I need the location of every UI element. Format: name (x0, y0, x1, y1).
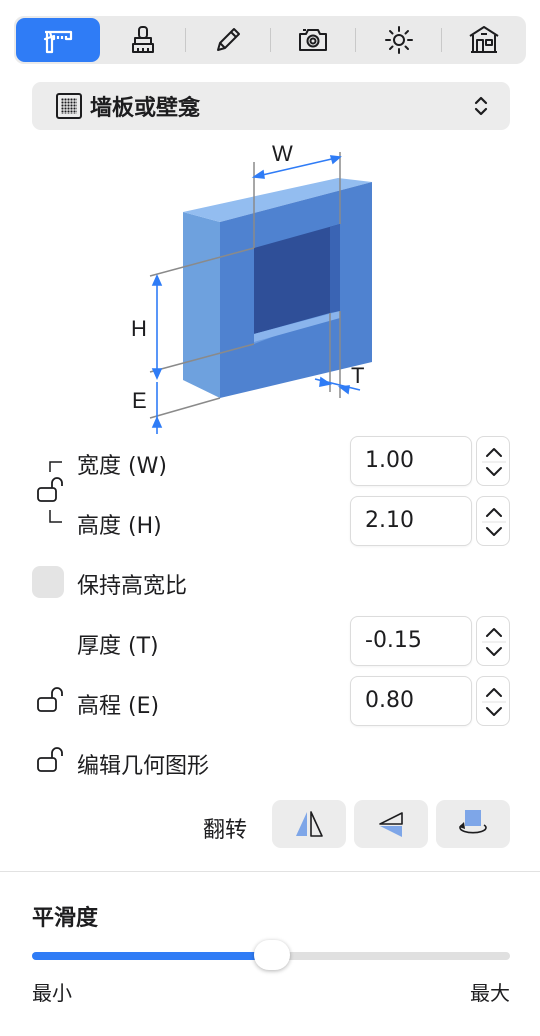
wall-panel-icon (56, 93, 82, 119)
stepper-arrows-icon (482, 448, 506, 476)
tab-dimensions[interactable] (16, 18, 101, 62)
width-dim-label: W (272, 141, 293, 166)
keep-ratio-label[interactable]: 保持高宽比 (77, 568, 187, 600)
thickness-dim-label: T (351, 363, 364, 388)
slider-fill (32, 952, 272, 960)
camera-icon (299, 29, 328, 51)
wall-niche-diagram: W H T E (131, 141, 372, 434)
slider-thumb[interactable] (254, 940, 290, 970)
elevation-label: 高程 (E) (77, 694, 160, 719)
flip-horizontal-button[interactable] (272, 800, 346, 848)
rotate-button[interactable] (436, 800, 510, 848)
object-type-label: 墙板或壁龛 (90, 96, 201, 121)
thickness-input[interactable]: -0.15 (350, 616, 472, 666)
keep-ratio-row: 保持高宽比 (0, 556, 540, 606)
tab-material[interactable] (100, 18, 184, 62)
smoothness-slider[interactable] (32, 940, 510, 970)
tab-building[interactable] (442, 18, 526, 62)
slider-min-label: 最小 (32, 981, 72, 1005)
height-row: 高度 (H) 2.10 (0, 496, 540, 546)
niche-block (183, 178, 372, 398)
object-type-select[interactable]: 墙板或壁龛 (32, 82, 510, 130)
height-stepper[interactable] (476, 496, 510, 546)
rotate-icon (459, 810, 487, 834)
flip-vertical-icon (379, 812, 403, 837)
inspector-toolbar (14, 16, 526, 64)
chevron-up-down-icon (474, 96, 488, 116)
tab-camera[interactable] (271, 18, 355, 62)
elevation-row: 高程 (E) 0.80 (0, 676, 540, 726)
width-stepper[interactable] (476, 436, 510, 486)
height-label: 高度 (H) (77, 514, 162, 539)
stepper-arrows-icon (482, 508, 506, 536)
width-label: 宽度 (W) (77, 454, 167, 479)
height-input[interactable]: 2.10 (350, 496, 472, 546)
slider-max-label: 最大 (470, 981, 510, 1005)
thickness-stepper[interactable] (476, 616, 510, 666)
elevation-input[interactable]: 0.80 (350, 676, 472, 726)
height-dim-label: H (131, 316, 147, 341)
caliper-icon (44, 30, 73, 54)
width-row: 宽度 (W) 1.00 (0, 436, 540, 486)
paint-brush-icon (131, 26, 154, 53)
elevation-stepper[interactable] (476, 676, 510, 726)
width-input[interactable]: 1.00 (350, 436, 472, 486)
elevation-dim-label: E (132, 388, 147, 413)
thickness-row: 厚度 (T) -0.15 (0, 616, 540, 666)
stepper-arrows-icon (482, 628, 506, 656)
flip-label: 翻转 (203, 818, 248, 843)
tab-edit[interactable] (186, 18, 270, 62)
pencil-icon (216, 28, 240, 51)
section-divider (0, 871, 540, 872)
sun-icon (384, 26, 413, 54)
house-icon (469, 26, 499, 53)
smoothness-title: 平滑度 (32, 906, 99, 931)
edit-geometry-row: 编辑几何图形 (0, 736, 540, 786)
tab-light[interactable] (356, 18, 440, 62)
stepper-arrows-icon (482, 688, 506, 716)
flip-horizontal-icon (296, 811, 323, 837)
thickness-label: 厚度 (T) (77, 634, 159, 659)
flip-vertical-button[interactable] (354, 800, 428, 848)
edit-geometry-label: 编辑几何图形 (77, 754, 210, 779)
